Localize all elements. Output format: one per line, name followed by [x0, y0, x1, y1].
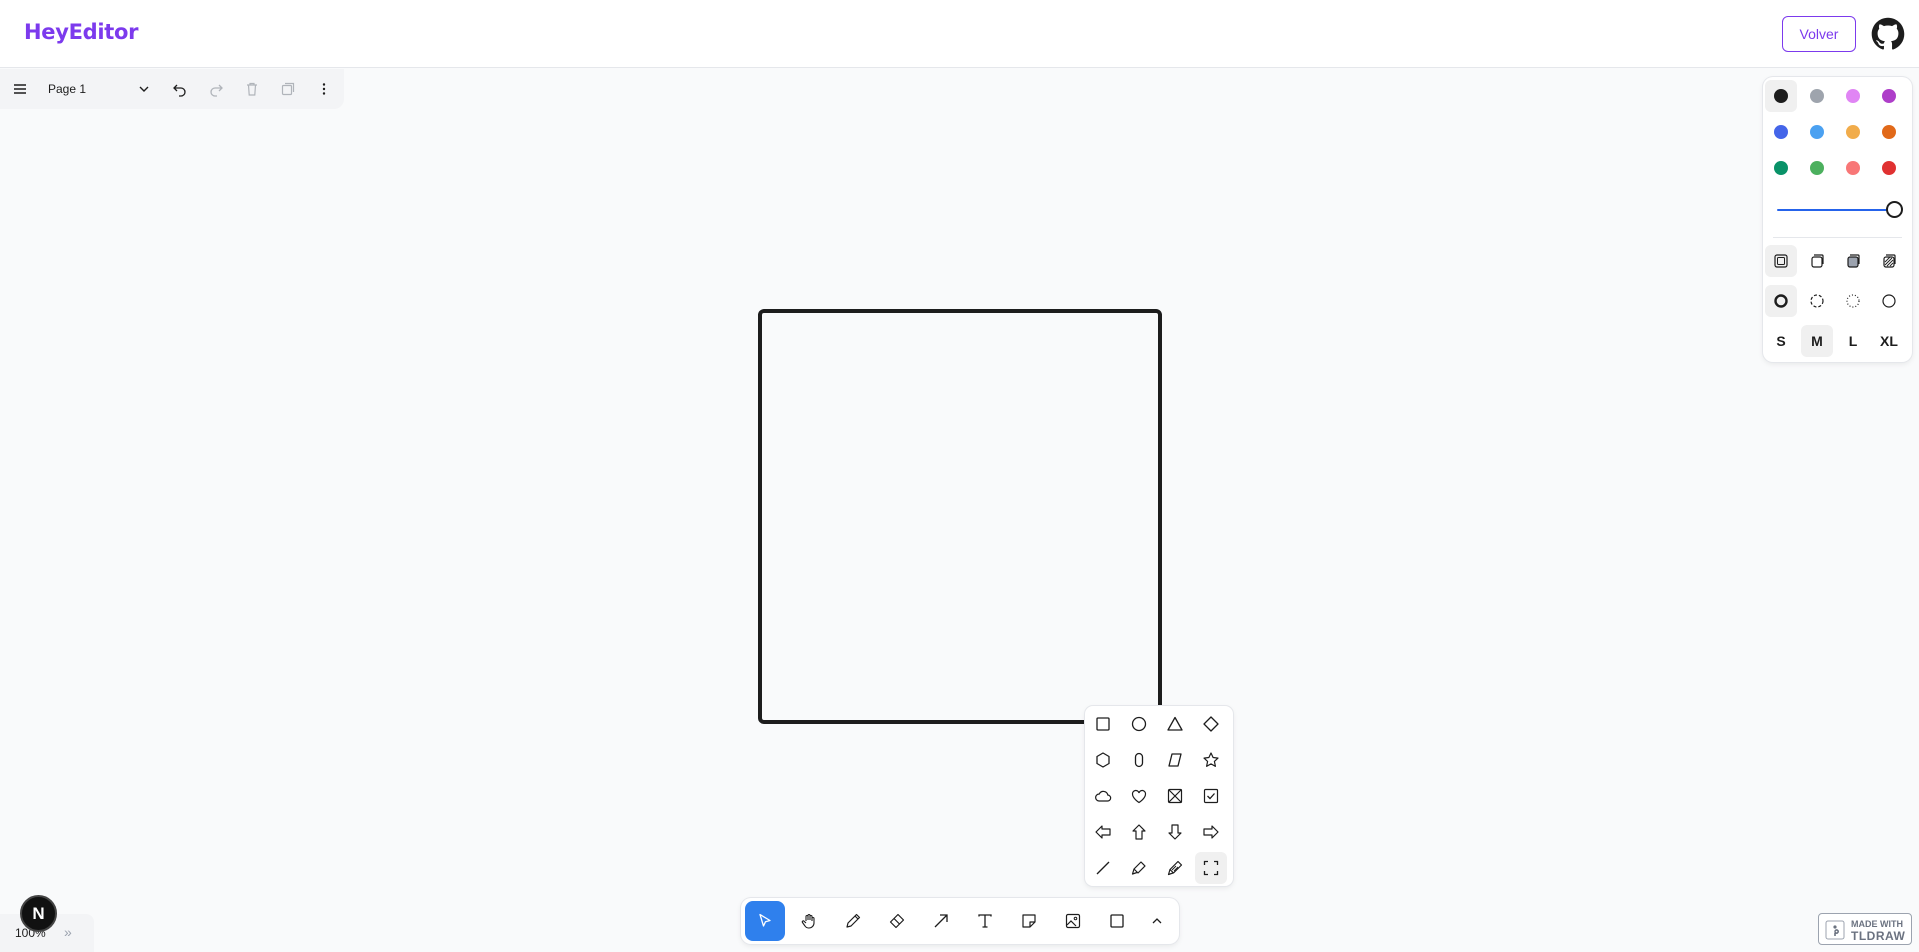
page-menu: Page 1	[0, 69, 344, 109]
triangle-icon[interactable]	[1159, 708, 1191, 740]
color-swatch-light-green[interactable]	[1801, 152, 1833, 184]
dash-draw-icon[interactable]	[1765, 285, 1797, 317]
color-swatch-grey[interactable]	[1801, 80, 1833, 112]
drawing-canvas[interactable]	[0, 69, 1919, 952]
menu-icon[interactable]	[2, 69, 38, 109]
redo-icon[interactable]	[198, 69, 234, 109]
arrow-down-icon[interactable]	[1159, 816, 1191, 848]
top-bar: HeyEditor Volver	[0, 0, 1919, 68]
fill-solid-icon[interactable]	[1837, 245, 1869, 277]
check-box-icon[interactable]	[1195, 780, 1227, 812]
color-dot	[1846, 89, 1860, 103]
color-swatch-yellow[interactable]	[1837, 116, 1869, 148]
note-icon[interactable]	[1009, 901, 1049, 941]
fill-pattern-icon[interactable]	[1873, 245, 1905, 277]
chevron-down-icon[interactable]	[126, 69, 162, 109]
github-icon[interactable]	[1871, 17, 1905, 51]
back-button[interactable]: Volver	[1782, 16, 1856, 52]
page-name[interactable]: Page 1	[48, 82, 86, 96]
hexagon-icon[interactable]	[1087, 744, 1119, 776]
size-m-button[interactable]: M	[1801, 325, 1833, 357]
hand-icon[interactable]	[789, 901, 829, 941]
draw-icon[interactable]	[833, 901, 873, 941]
frame-icon[interactable]	[1195, 852, 1227, 884]
expand-navigation-icon[interactable]: »	[64, 924, 72, 940]
color-swatch-red[interactable]	[1873, 152, 1905, 184]
arrow-icon[interactable]	[921, 901, 961, 941]
laser-icon[interactable]	[1159, 852, 1191, 884]
select-icon[interactable]	[745, 901, 785, 941]
color-dot	[1810, 89, 1824, 103]
dev-indicator-badge[interactable]: N	[20, 895, 57, 932]
color-dot	[1810, 125, 1824, 139]
text-icon[interactable]	[965, 901, 1005, 941]
color-dot	[1846, 161, 1860, 175]
fill-semi-icon[interactable]	[1801, 245, 1833, 277]
rectangle-icon[interactable]	[1087, 708, 1119, 740]
rectangle-tool-icon[interactable]	[1097, 901, 1137, 941]
size-l-button[interactable]: L	[1837, 325, 1869, 357]
color-swatch-light-blue[interactable]	[1801, 116, 1833, 148]
size-s-button[interactable]: S	[1765, 325, 1797, 357]
fill-none-icon[interactable]	[1765, 245, 1797, 277]
ellipse-icon[interactable]	[1123, 708, 1155, 740]
arrow-left-icon[interactable]	[1087, 816, 1119, 848]
watermark-line2: TLDRAW	[1851, 929, 1906, 943]
color-swatch-violet[interactable]	[1873, 80, 1905, 112]
color-swatch-orange[interactable]	[1873, 116, 1905, 148]
rectangle-shape[interactable]	[758, 309, 1162, 724]
x-box-icon[interactable]	[1159, 780, 1191, 812]
cloud-icon[interactable]	[1087, 780, 1119, 812]
star-icon[interactable]	[1195, 744, 1227, 776]
dash-solid-icon[interactable]	[1873, 285, 1905, 317]
chevron-up-icon[interactable]	[1137, 901, 1177, 941]
eraser-icon[interactable]	[877, 901, 917, 941]
arrow-up-icon[interactable]	[1123, 816, 1155, 848]
color-dot	[1810, 161, 1824, 175]
line-icon[interactable]	[1087, 852, 1119, 884]
heart-icon[interactable]	[1123, 780, 1155, 812]
oval-icon[interactable]	[1123, 744, 1155, 776]
undo-icon[interactable]	[162, 69, 198, 109]
color-dot	[1774, 125, 1788, 139]
arrow-right-icon[interactable]	[1195, 816, 1227, 848]
color-swatch-light-red[interactable]	[1837, 152, 1869, 184]
image-icon[interactable]	[1053, 901, 1093, 941]
dash-dashed-icon[interactable]	[1801, 285, 1833, 317]
color-swatch-light-violet[interactable]	[1837, 80, 1869, 112]
opacity-slider-thumb[interactable]	[1886, 201, 1903, 218]
brand-logo[interactable]: HeyEditor	[24, 20, 139, 44]
trash-icon[interactable]	[234, 69, 270, 109]
duplicate-icon[interactable]	[270, 69, 306, 109]
color-swatch-blue[interactable]	[1765, 116, 1797, 148]
opacity-slider-track[interactable]	[1777, 209, 1893, 211]
main-toolbar	[741, 898, 1179, 944]
dash-dotted-icon[interactable]	[1837, 285, 1869, 317]
size-xl-button[interactable]: XL	[1873, 325, 1905, 357]
tldraw-logo-icon	[1825, 920, 1845, 940]
color-dot	[1882, 161, 1896, 175]
color-dot	[1882, 89, 1896, 103]
highlighter-icon[interactable]	[1123, 852, 1155, 884]
color-swatch-green[interactable]	[1765, 152, 1797, 184]
more-icon[interactable]	[306, 69, 342, 109]
color-dot	[1882, 125, 1896, 139]
divider	[1773, 237, 1902, 238]
trapezoid-icon[interactable]	[1159, 744, 1191, 776]
made-with-tldraw-watermark[interactable]: MADE WITH TLDRAW	[1818, 913, 1912, 945]
diamond-icon[interactable]	[1195, 708, 1227, 740]
color-dot	[1846, 125, 1860, 139]
watermark-line1: MADE WITH	[1851, 919, 1903, 929]
color-dot	[1774, 89, 1788, 103]
color-dot	[1774, 161, 1788, 175]
geo-shape-picker	[1085, 706, 1233, 886]
color-swatch-black[interactable]	[1765, 80, 1797, 112]
style-panel: S M L XL	[1763, 77, 1912, 362]
